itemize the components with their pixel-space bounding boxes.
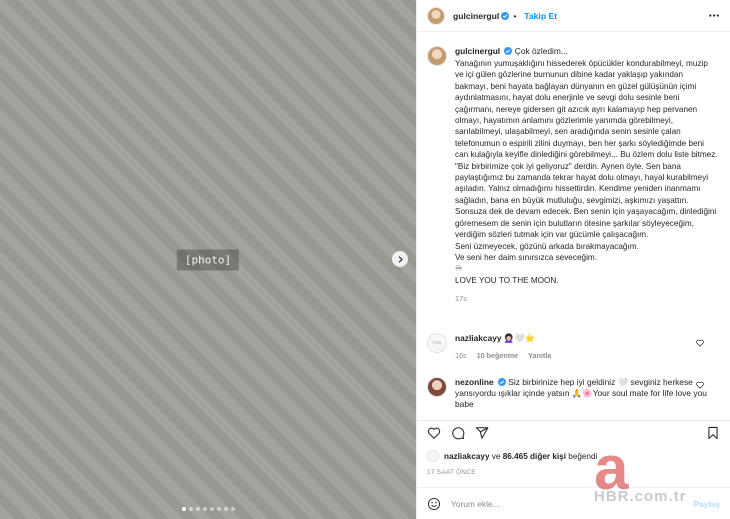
emoji-picker-button[interactable]	[427, 497, 441, 511]
comment-body: nazliakcayy 👩🏻‍🦱🤍⭐ 16s 10 beğenme Yanıtl…	[455, 333, 711, 361]
verified-badge-icon	[504, 47, 513, 55]
comment-meta: 16s 10 beğenme Yanıtla	[455, 350, 711, 361]
comment-username[interactable]: nazliakcayy	[455, 333, 502, 343]
post-sidebar: gulcinergul • Takip Et gulcinergul Çok ö…	[416, 0, 730, 519]
save-button[interactable]	[706, 426, 720, 440]
commenter-avatar[interactable]: nox	[427, 333, 447, 353]
comment-body: nezonline Siz birbirinize hep iyi geldin…	[455, 377, 711, 410]
comment-text: 👩🏻‍🦱🤍⭐	[503, 333, 536, 343]
comment-button[interactable]	[451, 426, 465, 440]
commenter-avatar[interactable]	[427, 377, 447, 397]
comment-like-button[interactable]	[696, 381, 704, 389]
caption-age: 17s	[455, 294, 467, 304]
commenter-avatar-label: nox	[432, 340, 442, 346]
comment-age: 16s	[455, 351, 467, 360]
carousel-dot	[181, 507, 186, 511]
heart-icon	[696, 381, 704, 389]
carousel-dot	[209, 507, 214, 511]
comment-item: nox nazliakcayy 👩🏻‍🦱🤍⭐ 16s 10 beğenme Ya…	[427, 333, 718, 361]
reply-button[interactable]: Yanıtla	[528, 350, 551, 361]
paper-plane-icon	[475, 426, 489, 439]
post-header: gulcinergul • Takip Et	[417, 0, 730, 32]
photo-placeholder-label: [photo]	[176, 249, 240, 270]
heart-icon	[696, 339, 704, 347]
post-caption: gulcinergul Çok özledim... Yanağının yum…	[427, 46, 718, 303]
next-slide-button[interactable]	[392, 251, 408, 267]
post-actions-bar	[417, 420, 730, 444]
instagram-post: [photo] gulcinergul • Takip Et gulcinerg…	[0, 0, 730, 519]
author-avatar[interactable]	[427, 6, 445, 25]
caption-author-avatar[interactable]	[427, 46, 447, 66]
caption-body: gulcinergul Çok özledim... Yanağının yum…	[455, 46, 718, 303]
chevron-right-icon	[398, 255, 403, 263]
liker-username[interactable]: nazliakcayy	[444, 452, 490, 461]
likes-summary: nazliakcayy ve 86.465 diğer kişi beğendi	[427, 450, 597, 462]
post-photo[interactable]: [photo]	[0, 0, 416, 519]
verified-badge-icon	[501, 11, 510, 20]
comment-likes-count[interactable]: 10 beğenme	[477, 350, 519, 361]
caption-header-line: gulcinergul Çok özledim...	[455, 46, 718, 57]
comment-input[interactable]	[451, 498, 671, 509]
carousel-dot	[230, 507, 235, 511]
like-button[interactable]	[427, 426, 441, 440]
header-separator: •	[513, 10, 517, 21]
comment-username[interactable]: nezonline	[455, 377, 494, 387]
verified-badge-icon	[497, 378, 506, 386]
more-options-button[interactable]	[708, 14, 720, 17]
follow-button[interactable]: Takip Et	[524, 11, 557, 21]
post-timestamp[interactable]: 17 SAAT ÖNCE	[427, 469, 476, 476]
carousel-dot	[195, 507, 200, 511]
author-username[interactable]: gulcinergul	[453, 11, 499, 21]
comment-bubble-icon	[452, 426, 465, 439]
bookmark-icon	[708, 426, 718, 439]
caption-first-line: Çok özledim...	[514, 46, 568, 56]
carousel-dot	[216, 507, 221, 511]
heart-icon	[427, 427, 441, 439]
caption-text: Yanağının yumuşaklığını hissederek öpücü…	[455, 59, 718, 285]
post-comment-button[interactable]: Paylaş	[693, 499, 720, 509]
add-comment-bar: Paylaş	[417, 487, 730, 519]
comment-like-button[interactable]	[696, 339, 704, 347]
caption-username[interactable]: gulcinergul	[455, 46, 500, 56]
likes-suffix: beğendi	[566, 451, 598, 461]
liker-avatar[interactable]	[427, 450, 439, 462]
comment-item: nezonline Siz birbirinize hep iyi geldin…	[427, 377, 718, 410]
carousel-dots	[0, 507, 416, 511]
more-horizontal-icon	[709, 14, 719, 17]
share-button[interactable]	[475, 426, 489, 440]
likes-connector: ve	[489, 451, 503, 461]
carousel-dot	[202, 507, 207, 511]
carousel-dot	[188, 507, 193, 511]
smiley-icon	[427, 497, 441, 510]
likes-count[interactable]: 86.465 diğer kişi	[503, 452, 566, 461]
carousel-dot	[223, 507, 228, 511]
